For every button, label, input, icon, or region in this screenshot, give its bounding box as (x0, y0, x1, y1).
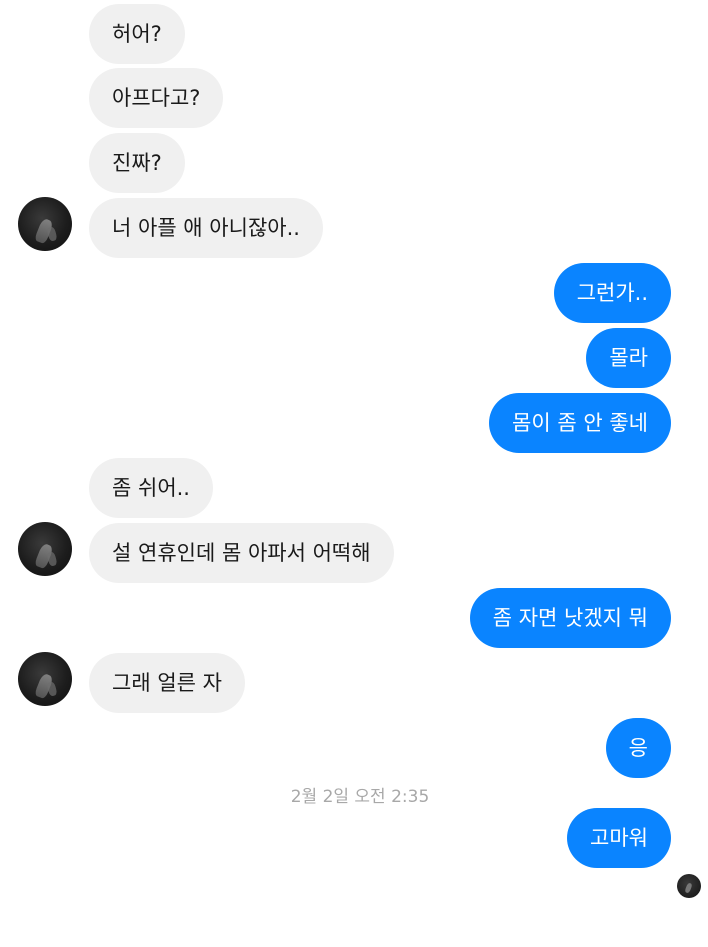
contact-avatar[interactable] (18, 197, 72, 251)
message-bubble-incoming[interactable]: 좀 쉬어.. (89, 458, 213, 518)
message-bubble-incoming[interactable]: 아프다고? (89, 68, 224, 128)
message-bubble-incoming[interactable]: 너 아플 애 아니잖아.. (89, 198, 323, 258)
read-receipt-avatar (677, 874, 701, 898)
message-bubble-incoming[interactable]: 그래 얼른 자 (89, 653, 245, 713)
contact-avatar[interactable] (18, 652, 72, 706)
avatar-figure-detail (46, 551, 58, 567)
message-timestamp: 2월 2일 오전 2:35 (290, 787, 430, 807)
message-bubble-outgoing[interactable]: 몰라 (586, 328, 671, 388)
message-bubble-outgoing[interactable]: 고마워 (567, 808, 671, 868)
avatar-figure-detail (46, 226, 58, 242)
message-bubble-incoming[interactable]: 설 연휴인데 몸 아파서 어떡해 (89, 523, 394, 583)
read-receipt-figure (684, 882, 693, 894)
message-bubble-outgoing[interactable]: 그런가.. (553, 263, 671, 323)
message-bubble-outgoing[interactable]: 몸이 좀 안 좋네 (489, 393, 671, 453)
message-bubble-outgoing[interactable]: 응 (605, 718, 671, 778)
avatar-figure-detail (46, 681, 58, 697)
message-bubble-incoming[interactable]: 허어? (89, 4, 185, 64)
contact-avatar[interactable] (18, 522, 72, 576)
message-bubble-outgoing[interactable]: 좀 자면 낫겠지 뭐 (469, 588, 671, 648)
message-bubble-incoming[interactable]: 진짜? (89, 133, 185, 193)
